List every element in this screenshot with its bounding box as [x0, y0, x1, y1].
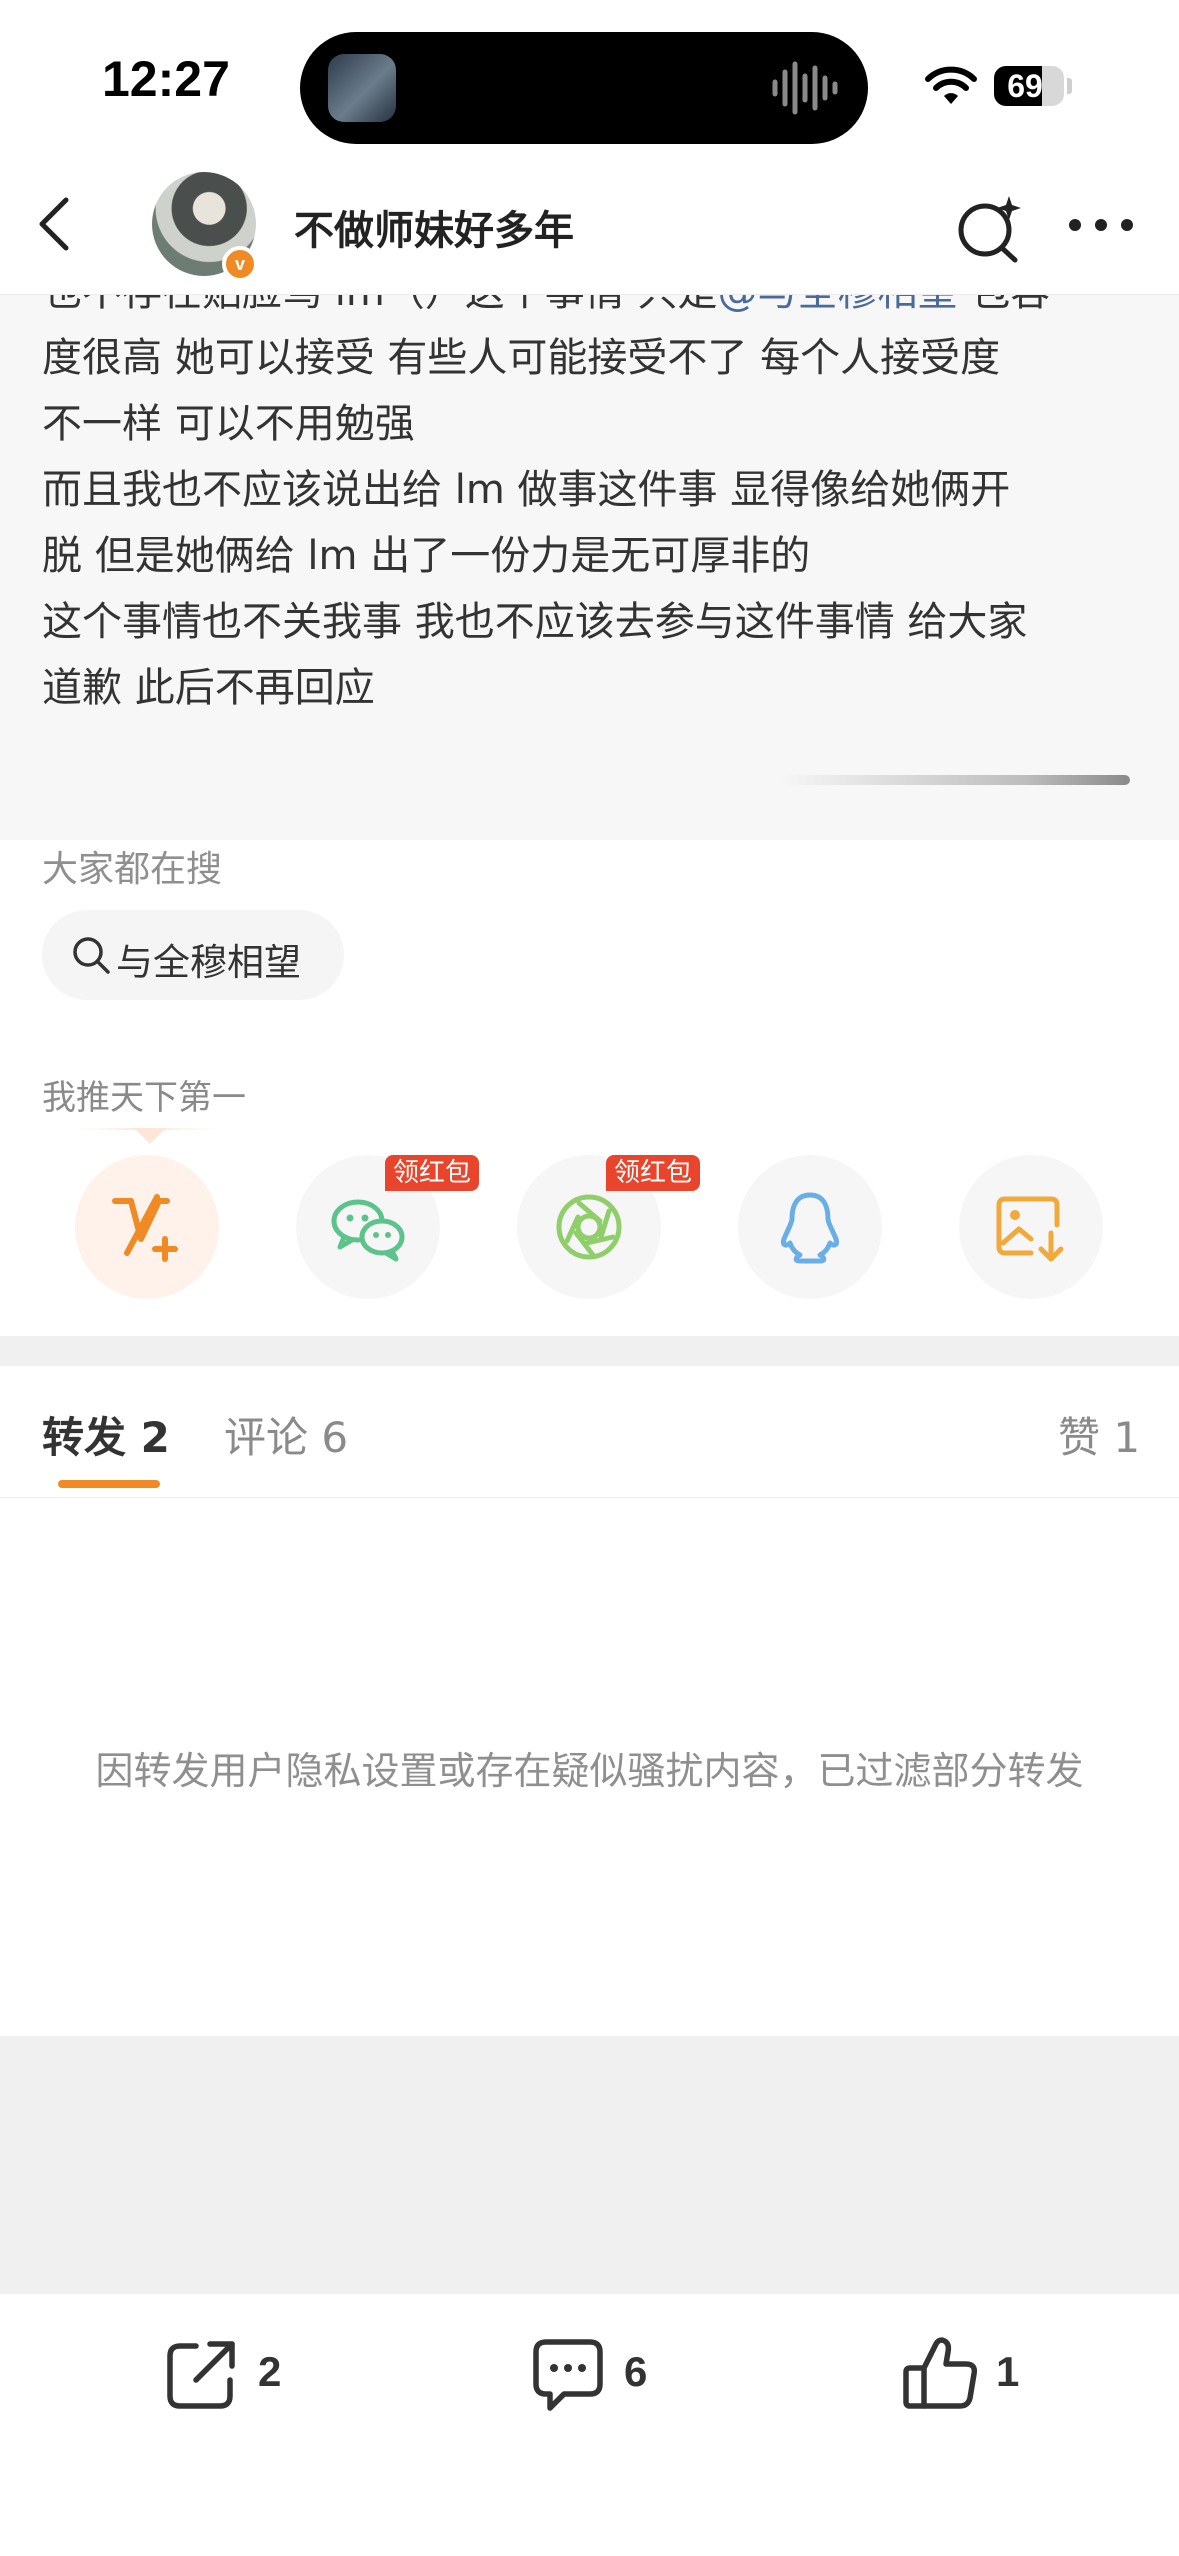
qq-icon: [781, 1192, 839, 1264]
comment-icon: [533, 2339, 603, 2411]
pointer-icon: [134, 1128, 166, 1144]
tabs-divider: [0, 1497, 1179, 1498]
tab-repost[interactable]: 转发 2: [42, 1404, 170, 1465]
post-text: 也不存在贴脸骂 lm（）这个事情 只是@与全穆相望 包容 度很高 她可以接受 有…: [42, 295, 1142, 721]
hot-search-chip[interactable]: 与全穆相望: [42, 910, 344, 1000]
post-line: 而且我也不应该说出给 lm 做事这件事 显得像给她俩开: [42, 467, 1011, 513]
search-icon: [73, 937, 110, 974]
status-time: 12:27: [102, 51, 230, 107]
tab-repost-count: 2: [140, 1413, 170, 1462]
red-packet-badge: 领红包: [606, 1155, 701, 1191]
hot-search-label: 大家都在搜: [42, 849, 223, 890]
repost-icon: [167, 2341, 235, 2409]
share-label: 我推天下第一: [42, 1078, 246, 1118]
active-tab-indicator: [58, 1480, 160, 1488]
verified-badge-icon: v: [222, 246, 258, 282]
bottom-action-bar: 2 6 1: [0, 2294, 1179, 2556]
filtered-reposts-notice: 因转发用户隐私设置或存在疑似骚扰内容，已过滤部分转发: [95, 1749, 1084, 1793]
post-line-text: 也不存在贴脸骂 lm（）这个事情 只是: [42, 295, 718, 315]
user-name[interactable]: 不做师妹好多年: [294, 198, 574, 256]
wechat-icon: [331, 1199, 405, 1262]
save-image-icon: [996, 1196, 1064, 1262]
empty-area: [0, 2036, 1179, 2294]
share-v-plus-button[interactable]: [75, 1155, 219, 1299]
share-save-image-button[interactable]: [959, 1155, 1103, 1299]
post-line: 度很高 她可以接受 有些人可能接受不了 每个人接受度: [42, 335, 1001, 381]
like-count: 1: [996, 2348, 1020, 2395]
red-packet-badge: 领红包: [385, 1155, 480, 1191]
section-divider: [0, 1336, 1179, 1366]
back-arrow-icon[interactable]: [30, 194, 80, 254]
battery-level-text: 69: [1007, 68, 1043, 104]
tab-repost-label: 转发: [42, 1413, 127, 1462]
battery-nub: [1067, 78, 1072, 94]
post-line: 也不存在贴脸骂 lm（）这个事情 只是@与全穆相望 包容: [42, 295, 1142, 325]
post-line: 脱 但是她俩给 lm 出了一份力是无可厚非的: [42, 533, 811, 579]
tab-like-count: 1: [1113, 1413, 1141, 1462]
tab-comment[interactable]: 评论 6: [224, 1404, 348, 1465]
post-content-area: 也不存在贴脸骂 lm（）这个事情 只是@与全穆相望 包容 度很高 她可以接受 有…: [0, 295, 1179, 840]
more-options-icon[interactable]: [1066, 210, 1136, 240]
wifi-icon: [925, 66, 977, 104]
now-playing-artwork: [328, 54, 396, 122]
battery-indicator: 69: [994, 66, 1064, 106]
post-line-text: 包容: [958, 295, 1050, 315]
thumbs-up-icon: [903, 2337, 978, 2409]
scroll-indicator: [780, 775, 1130, 785]
audio-wave-icon: [772, 61, 838, 115]
comment-count: 6: [624, 2348, 648, 2395]
repost-count: 2: [258, 2348, 282, 2395]
tab-comment-label: 评论: [224, 1413, 309, 1462]
interaction-tabs: 转发 2 评论 6 赞 1: [0, 1366, 1179, 1498]
post-header: v 不做师妹好多年: [0, 170, 1179, 295]
post-line: 不一样 可以不用勉强: [42, 401, 415, 447]
hot-search-chip-text: 与全穆相望: [116, 941, 301, 984]
v-plus-icon: [112, 1194, 178, 1262]
post-line: 这个事情也不关我事 我也不应该去参与这件事情 给大家: [42, 599, 1028, 645]
tab-like-label: 赞: [1058, 1413, 1101, 1462]
ai-search-icon[interactable]: [953, 192, 1025, 264]
share-qq-button[interactable]: [738, 1155, 882, 1299]
moments-icon: [556, 1194, 622, 1260]
post-line: 道歉 此后不再回应: [42, 665, 375, 711]
header-divider: [0, 294, 1179, 295]
mention-link[interactable]: @与全穆相望: [718, 295, 958, 315]
tab-comment-count: 6: [321, 1413, 349, 1462]
dynamic-island[interactable]: [300, 32, 868, 144]
tab-like[interactable]: 赞 1: [1058, 1404, 1140, 1465]
status-bar: 12:27 69: [0, 0, 1179, 170]
